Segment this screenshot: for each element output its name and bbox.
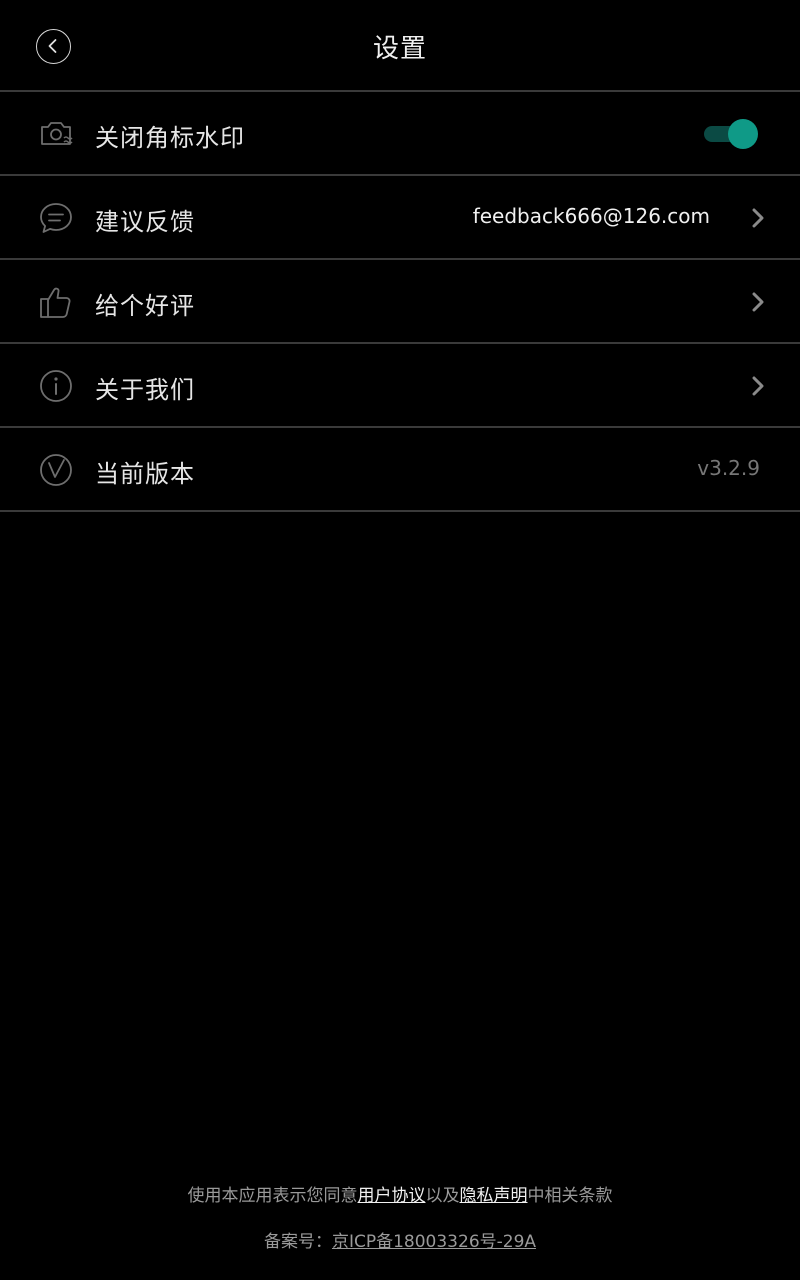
setting-label: 建议反馈 (95, 208, 195, 236)
camera-watermark-icon (41, 122, 73, 145)
agreement-middle: 以及 (425, 1186, 460, 1206)
page-title: 设置 (372, 34, 427, 64)
setting-label: 当前版本 (95, 460, 195, 488)
info-icon (40, 370, 72, 402)
app-header: 设置 (0, 0, 800, 92)
setting-label: 关闭角标水印 (95, 124, 245, 152)
privacy-policy-link[interactable]: 隐私声明 (460, 1186, 528, 1206)
version-number: v3.2.9 (697, 456, 760, 480)
chevron-right-icon (752, 208, 764, 228)
icp-number-link[interactable]: 京ICP备18003326号-29A (332, 1232, 536, 1252)
chevron-right-icon (752, 376, 764, 396)
settings-screen: 设置 关闭角标水印 建议反馈 feedback666@126.com 给个好评 … (0, 0, 800, 1280)
watermark-toggle[interactable] (704, 119, 758, 149)
setting-row-version: 当前版本 v3.2.9 (0, 428, 800, 512)
chevron-right-icon (752, 292, 764, 312)
version-v-icon (40, 454, 72, 486)
thumbs-up-icon (40, 287, 71, 318)
setting-row-rate[interactable]: 给个好评 (0, 260, 800, 344)
agreement-suffix: 中相关条款 (527, 1186, 613, 1206)
agreement-notice: 使用本应用表示您同意用户协议以及隐私声明中相关条款 (0, 1181, 800, 1206)
setting-row-watermark[interactable]: 关闭角标水印 (0, 92, 800, 176)
setting-label: 关于我们 (95, 376, 195, 404)
icp-prefix: 备案号： (263, 1232, 332, 1252)
feedback-email: feedback666@126.com (472, 204, 710, 228)
toggle-thumb (728, 119, 758, 149)
setting-row-about[interactable]: 关于我们 (0, 344, 800, 428)
icp-record: 备案号：京ICP备18003326号-29A (0, 1227, 800, 1252)
user-agreement-link[interactable]: 用户协议 (358, 1186, 426, 1206)
setting-row-feedback[interactable]: 建议反馈 feedback666@126.com (0, 176, 800, 260)
setting-label: 给个好评 (95, 292, 195, 320)
message-icon (40, 203, 72, 233)
agreement-prefix: 使用本应用表示您同意 (187, 1186, 358, 1206)
